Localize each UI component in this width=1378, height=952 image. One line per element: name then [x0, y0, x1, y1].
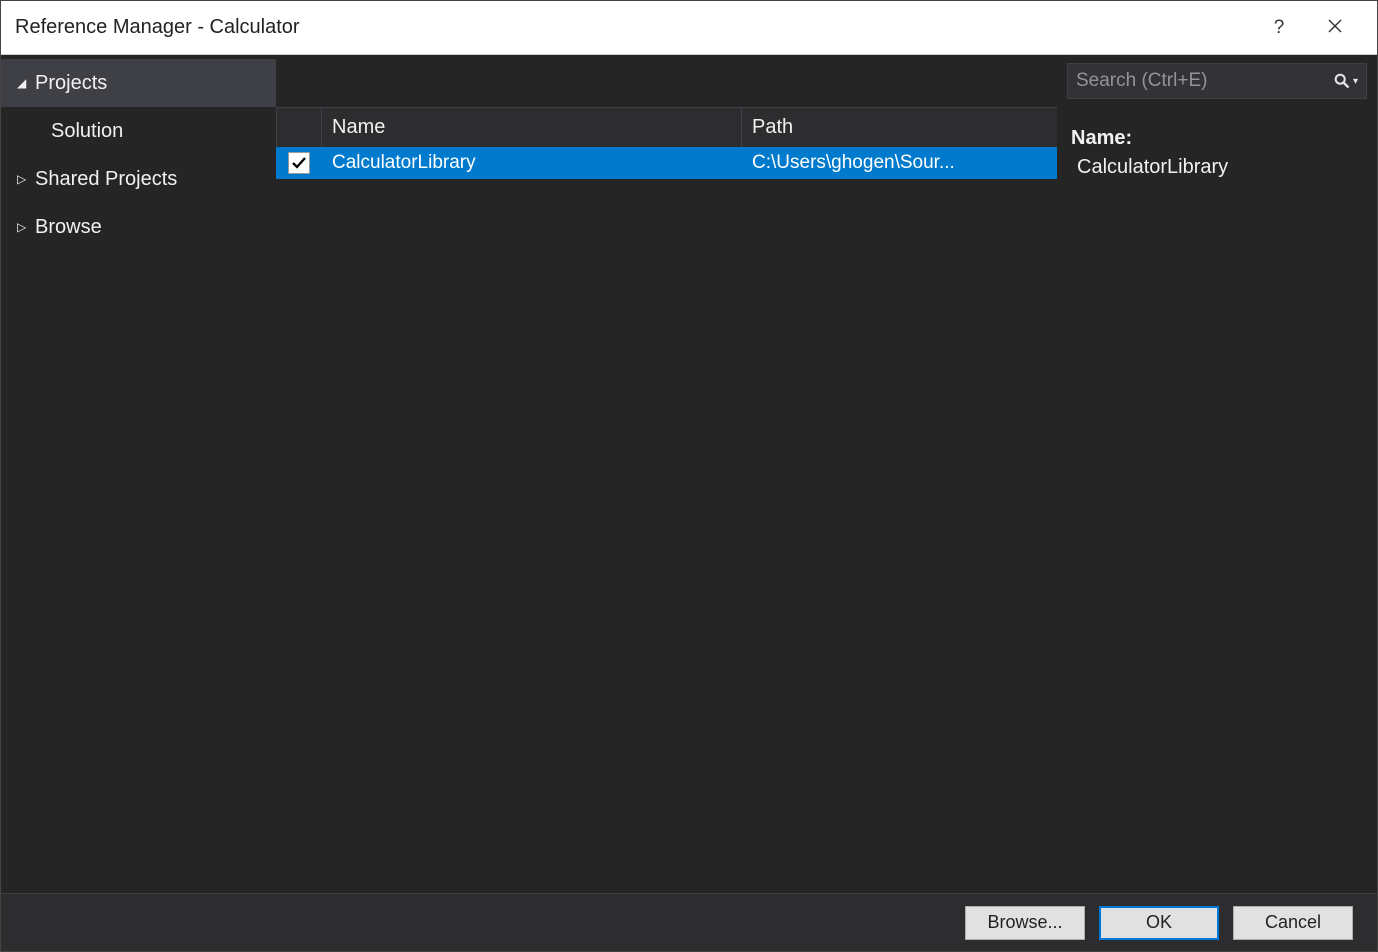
details-name-value: CalculatorLibrary — [1071, 156, 1363, 179]
sidebar-item-label: Projects — [35, 72, 107, 95]
sidebar-item-projects[interactable]: ◢ Projects — [1, 59, 276, 107]
footer: Browse... OK Cancel — [1, 893, 1377, 951]
table-header: Name Path — [276, 107, 1057, 147]
help-icon[interactable]: ? — [1251, 17, 1307, 39]
sidebar-item-label: Shared Projects — [35, 168, 177, 191]
sidebar-item-solution[interactable]: Solution — [1, 107, 276, 155]
reference-manager-window: Reference Manager - Calculator ? ◢ Proje… — [0, 0, 1378, 952]
row-checkbox-cell — [276, 152, 322, 174]
main-content: Name Path CalculatorLibrary C:\Users\gho… — [276, 55, 1057, 893]
browse-button[interactable]: Browse... — [965, 906, 1085, 940]
row-checkbox[interactable] — [288, 152, 310, 174]
table-body: CalculatorLibrary C:\Users\ghogen\Sour..… — [276, 147, 1057, 893]
column-header-name[interactable]: Name — [322, 108, 742, 147]
sidebar-item-browse[interactable]: ▷ Browse — [1, 203, 276, 251]
column-header-path[interactable]: Path — [742, 108, 1057, 147]
sidebar-item-shared-projects[interactable]: ▷ Shared Projects — [1, 155, 276, 203]
ok-button[interactable]: OK — [1099, 906, 1219, 940]
column-header-path-label: Path — [752, 116, 793, 139]
cancel-button-label: Cancel — [1265, 912, 1321, 933]
details: Name: CalculatorLibrary — [1067, 127, 1367, 179]
caret-right-icon: ▷ — [17, 172, 35, 186]
sidebar-item-label: Browse — [35, 216, 102, 239]
details-panel: ▾ Name: CalculatorLibrary — [1057, 55, 1377, 893]
browse-button-label: Browse... — [987, 912, 1062, 933]
column-header-check[interactable] — [276, 108, 322, 147]
table-row[interactable]: CalculatorLibrary C:\Users\ghogen\Sour..… — [276, 147, 1057, 179]
window-title: Reference Manager - Calculator — [15, 16, 1251, 39]
search-box[interactable]: ▾ — [1067, 63, 1367, 99]
dialog-body: ◢ Projects Solution ▷ Shared Projects ▷ … — [1, 55, 1377, 893]
titlebar: Reference Manager - Calculator ? — [1, 1, 1377, 55]
row-name: CalculatorLibrary — [322, 152, 742, 174]
search-icon[interactable]: ▾ — [1334, 73, 1358, 89]
caret-right-icon: ▷ — [17, 220, 35, 234]
search-input[interactable] — [1076, 70, 1334, 92]
ok-button-label: OK — [1146, 912, 1172, 933]
cancel-button[interactable]: Cancel — [1233, 906, 1353, 940]
sidebar: ◢ Projects Solution ▷ Shared Projects ▷ … — [1, 55, 276, 893]
spacer — [276, 59, 1057, 107]
column-header-name-label: Name — [332, 116, 385, 139]
details-name-label: Name: — [1071, 127, 1363, 150]
caret-down-icon: ◢ — [17, 76, 35, 90]
close-icon[interactable] — [1307, 17, 1363, 38]
sidebar-item-label: Solution — [51, 120, 123, 143]
row-path: C:\Users\ghogen\Sour... — [742, 152, 1057, 174]
chevron-down-icon: ▾ — [1353, 76, 1358, 87]
